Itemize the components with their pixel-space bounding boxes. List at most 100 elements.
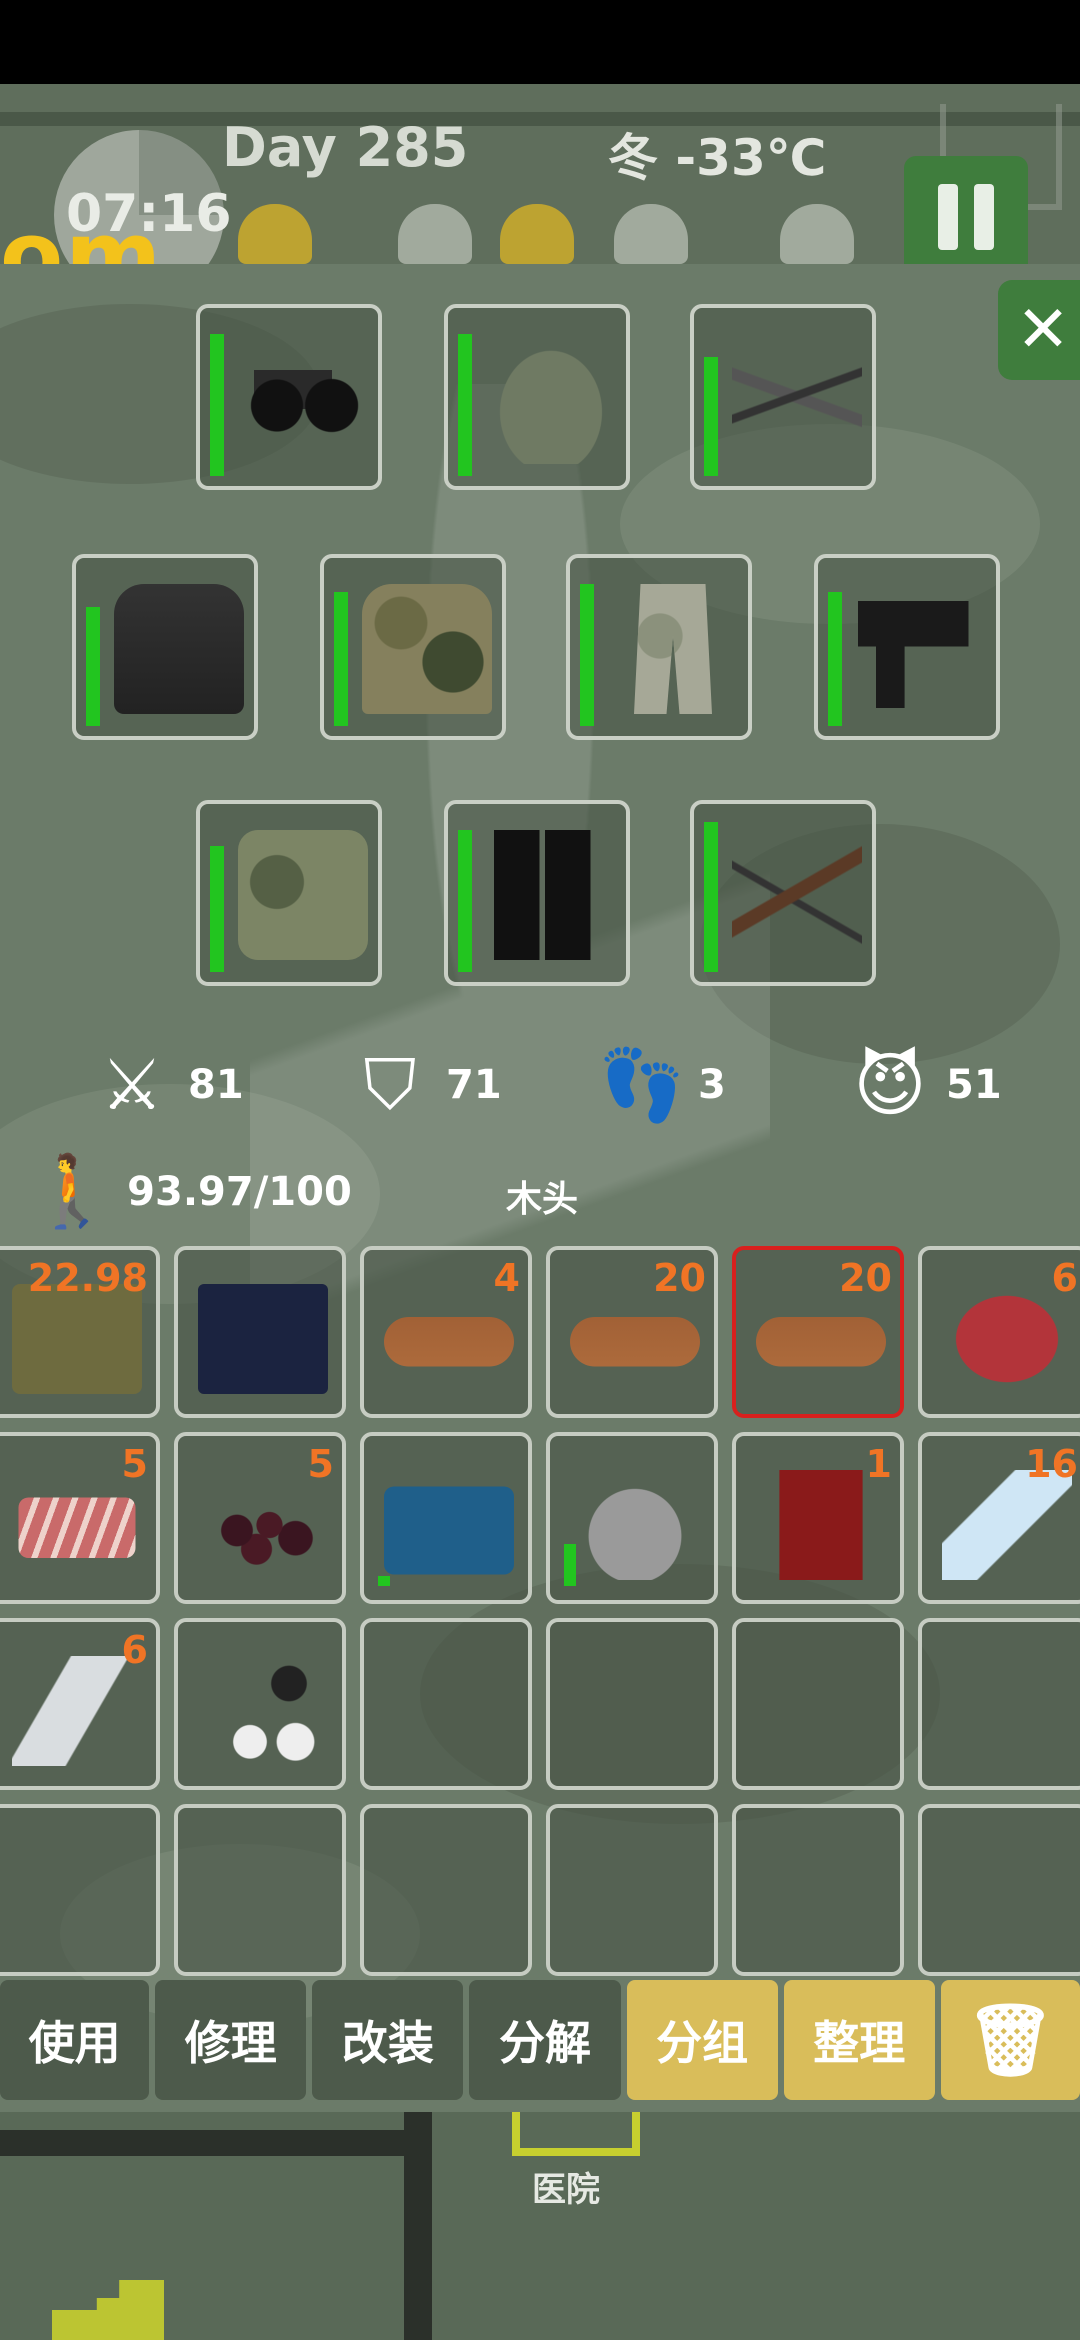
use-button[interactable]: 使用 bbox=[0, 1980, 150, 2100]
inventory-slot-water-bottle[interactable]: 16 bbox=[918, 1432, 1080, 1604]
equipment-slot-combat-boots[interactable] bbox=[444, 800, 630, 986]
inventory-slot-empty[interactable] bbox=[174, 1804, 346, 1976]
wood-log-icon bbox=[384, 1317, 514, 1367]
trash-button[interactable]: 🗑 bbox=[940, 1980, 1080, 2100]
item-count: 4 bbox=[493, 1256, 520, 1300]
steps-stat: 👣 3 bbox=[592, 1040, 726, 1130]
pause-button[interactable] bbox=[904, 156, 1028, 264]
crossed-swords-icon: ⚔ bbox=[100, 1044, 164, 1126]
wood-log-icon bbox=[756, 1317, 886, 1367]
home-icon bbox=[398, 204, 472, 264]
inventory-slot-empty[interactable] bbox=[546, 1618, 718, 1790]
inventory-slot-wild-berries[interactable]: 5 bbox=[174, 1432, 346, 1604]
durability-bar bbox=[580, 584, 594, 726]
coffee-pack-icon bbox=[779, 1470, 863, 1580]
inventory-slot-empty[interactable] bbox=[360, 1618, 532, 1790]
equipment-slot-camo-backpack[interactable] bbox=[196, 800, 382, 986]
equipment-slot-pistol[interactable] bbox=[814, 554, 1000, 740]
durability-bar bbox=[458, 334, 472, 476]
wild-berries-icon bbox=[198, 1470, 328, 1580]
durability-bar bbox=[458, 830, 472, 972]
face-icon bbox=[780, 204, 854, 264]
item-count: 5 bbox=[307, 1442, 334, 1486]
inventory-slot-wood-log[interactable]: 20 bbox=[732, 1246, 904, 1418]
pistol-icon bbox=[856, 584, 986, 714]
inventory-slot-empty[interactable] bbox=[732, 1804, 904, 1976]
camo-pants-icon bbox=[634, 584, 712, 714]
attack-stat: ⚔ 81 bbox=[82, 1040, 244, 1130]
sort-button[interactable]: 整理 bbox=[783, 1980, 935, 2100]
shield-icon: ⛉ bbox=[363, 1043, 417, 1126]
item-count: 20 bbox=[653, 1256, 706, 1300]
inventory-slot-empty[interactable] bbox=[546, 1804, 718, 1976]
season-temperature: 冬 -33℃ bbox=[608, 129, 827, 187]
inventory-slot-fuel-canister[interactable]: 22.98 bbox=[0, 1246, 160, 1418]
selected-item-name: 木头 bbox=[506, 1179, 579, 1220]
devil-face-icon: 😈 bbox=[853, 1044, 927, 1126]
combat-boots-icon bbox=[486, 830, 616, 960]
durability-bar bbox=[378, 1576, 390, 1586]
equipment-slot-sword-and-knife[interactable] bbox=[690, 304, 876, 490]
item-count: 22.98 bbox=[27, 1256, 148, 1300]
inventory-slot-cooking-pot[interactable] bbox=[546, 1432, 718, 1604]
inventory-slot-motorcycle-key[interactable] bbox=[174, 1618, 346, 1790]
combat-helmet-icon bbox=[486, 334, 616, 464]
equipment-slot-body-armor[interactable] bbox=[72, 554, 258, 740]
raw-steak-icon bbox=[942, 1284, 1072, 1394]
equipment-slot-camo-jacket[interactable] bbox=[320, 554, 506, 740]
equipment-slot-combat-helmet[interactable] bbox=[444, 304, 630, 490]
mood-value: 51 bbox=[946, 1062, 1002, 1108]
hospital-icon[interactable] bbox=[512, 2112, 640, 2156]
inventory-slot-empty[interactable] bbox=[0, 1804, 160, 1976]
durability-bar bbox=[564, 1544, 576, 1586]
action-bar: 使用 修理 改装 分解 分组 整理 🗑 bbox=[0, 1980, 1080, 2104]
location-icon bbox=[614, 204, 688, 264]
camo-jacket-icon bbox=[362, 584, 492, 714]
inventory-slot-raw-steak[interactable]: 6 bbox=[918, 1246, 1080, 1418]
inventory-slot-empty[interactable] bbox=[918, 1618, 1080, 1790]
equipment-slot-binoculars[interactable] bbox=[196, 304, 382, 490]
steps-value: 3 bbox=[698, 1062, 726, 1108]
equipment-slot-crossbow[interactable] bbox=[690, 800, 876, 986]
inventory-slot-empty[interactable] bbox=[732, 1618, 904, 1790]
item-count: 1 bbox=[865, 1442, 892, 1486]
defense-value: 71 bbox=[446, 1062, 502, 1108]
item-count: 16 bbox=[1025, 1442, 1078, 1486]
durability-bar bbox=[828, 592, 842, 726]
inventory-slot-wood-log[interactable]: 20 bbox=[546, 1246, 718, 1418]
body-armor-icon bbox=[114, 584, 244, 714]
inventory-slot-passport[interactable] bbox=[174, 1246, 346, 1418]
durability-bar bbox=[210, 334, 224, 476]
road-vertical bbox=[404, 2112, 432, 2340]
equipment-slot-camo-pants[interactable] bbox=[566, 554, 752, 740]
inventory-slot-empty[interactable] bbox=[360, 1804, 532, 1976]
wood-log-icon bbox=[570, 1317, 700, 1367]
inventory-slot-toolbox[interactable] bbox=[360, 1432, 532, 1604]
water-bottle-partial-icon bbox=[12, 1656, 142, 1766]
inventory-slot-wood-log[interactable]: 4 bbox=[360, 1246, 532, 1418]
binoculars-icon bbox=[238, 334, 368, 464]
durability-bar bbox=[704, 357, 718, 476]
carry-weight-value: 93.97/100 bbox=[127, 1168, 352, 1215]
attack-value: 81 bbox=[188, 1062, 244, 1108]
modify-button[interactable]: 改装 bbox=[312, 1980, 464, 2100]
raw-ribs-icon bbox=[18, 1497, 136, 1558]
mood-stat: 😈 51 bbox=[840, 1040, 1002, 1130]
inventory-slot-empty[interactable] bbox=[918, 1804, 1080, 1976]
item-count: 20 bbox=[839, 1256, 892, 1300]
sword-and-knife-icon bbox=[732, 334, 862, 464]
inventory-slot-raw-ribs[interactable]: 5 bbox=[0, 1432, 160, 1604]
durability-bar bbox=[334, 592, 348, 726]
inventory-slot-coffee-pack[interactable]: 1 bbox=[732, 1432, 904, 1604]
motorcycle-key-icon bbox=[198, 1656, 328, 1766]
dismantle-button[interactable]: 分解 bbox=[469, 1980, 621, 2100]
group-button[interactable]: 分组 bbox=[626, 1980, 778, 2100]
item-count: 6 bbox=[121, 1628, 148, 1672]
defense-stat: ⛉ 71 bbox=[340, 1040, 502, 1130]
cooking-pot-icon bbox=[570, 1470, 700, 1580]
repair-button[interactable]: 修理 bbox=[155, 1980, 307, 2100]
inventory-slot-water-bottle-partial[interactable]: 6 bbox=[0, 1618, 160, 1790]
day-counter: Day 285 bbox=[222, 116, 469, 179]
durability-bar bbox=[210, 846, 224, 972]
close-button[interactable]: ✕ bbox=[998, 280, 1080, 380]
